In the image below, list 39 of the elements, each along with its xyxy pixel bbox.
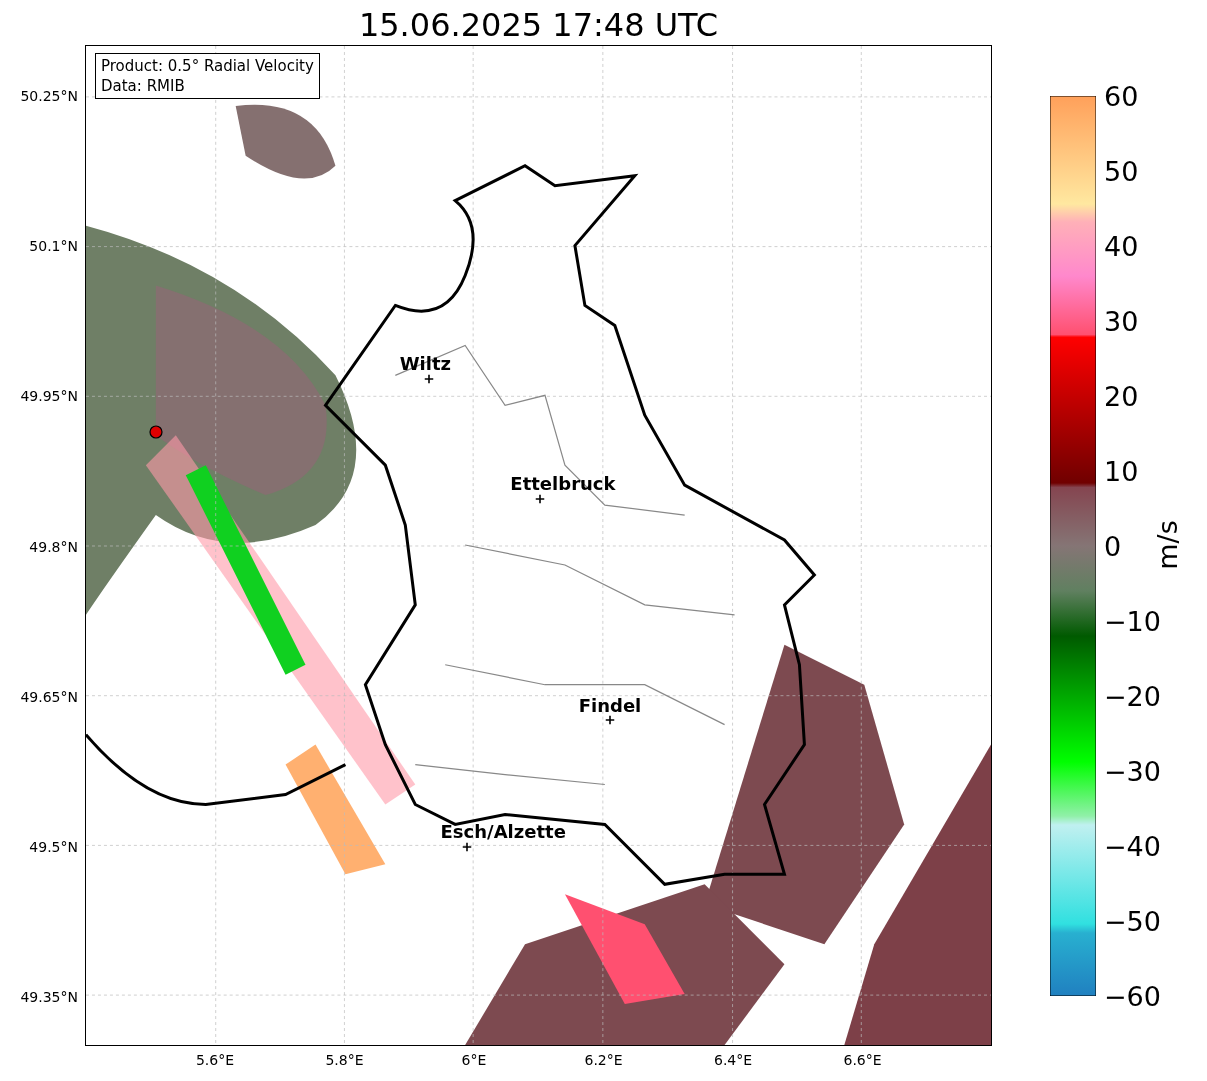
colorbar-tick-label: 30 [1104,305,1139,337]
colorbar-tick-label: 0 [1104,530,1122,562]
radar-site-icon [148,424,163,439]
info-text: Data: RMIB [101,76,186,96]
city-label: Esch/Alzette [440,820,566,842]
latitude-label: 50.1°N [29,238,78,255]
colorbar-tick-label: −10 [1104,605,1161,637]
longitude-label: 6.4°E [714,1052,753,1068]
plus-icon [462,842,472,852]
colorbar-tick-label: 40 [1104,230,1139,262]
longitude-label: 5.6°E [195,1052,235,1068]
latitude-label: 49.95°N [20,388,78,405]
info-text: Product: 0.5° Radial Velocity [101,56,314,76]
latitude-label: 49.65°N [20,688,78,705]
latitude-label: 49.8°N [29,538,78,555]
latitude-label: 50.25°N [20,88,78,105]
longitude-label: 6°E [461,1052,487,1068]
longitude-label: 6.2°E [584,1052,623,1068]
chart-title: 15.06.2025 17:48 UTC [357,5,720,45]
city-label: Ettelbruck [510,472,616,494]
city-label: Findel [578,694,642,716]
plus-icon [424,374,434,384]
colorbar-tick-label: −40 [1104,830,1161,862]
plus-icon [535,494,545,504]
longitude-label: 6.6°E [843,1052,882,1068]
city-label: Wiltz [399,352,451,374]
plus-icon [605,715,615,725]
colorbar-tick-label: 60 [1104,80,1139,112]
longitude-label: 5.8°E [325,1052,364,1068]
colorbar-tick-label: 50 [1104,155,1139,187]
colorbar-tick-label: −30 [1104,755,1161,787]
colorbar-tick-label: −60 [1104,980,1161,1012]
colorbar-tick-label: 20 [1104,380,1139,412]
latitude-label: 49.5°N [29,838,78,855]
colorbar-tick-label: 10 [1104,455,1139,487]
colorbar-label: m/s [1151,520,1183,570]
latitude-label: 49.35°N [20,988,78,1005]
colorbar-tick-label: −50 [1104,905,1161,937]
colorbar-tick-label: −20 [1104,680,1161,712]
